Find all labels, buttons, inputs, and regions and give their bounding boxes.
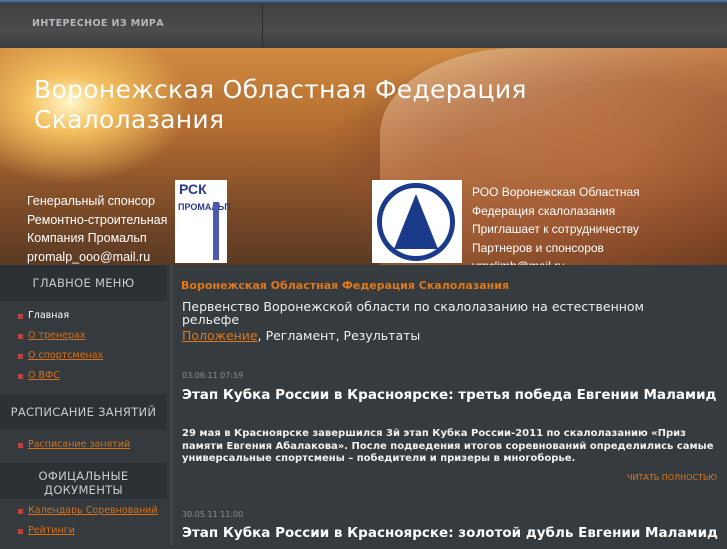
top-nav: ИНТЕРЕСНОЕ ИЗ МИРА СКАЛОЛАЗАНИЯ <box>0 4 727 69</box>
sidebar-item-ratings[interactable]: Рейтинги <box>18 521 167 541</box>
sidebar-item-home[interactable]: Главная <box>18 306 167 326</box>
sidebar-link[interactable]: О спортсменах <box>28 346 103 366</box>
promalp-logo-vertical: ПРОМАЛЬП <box>178 202 231 212</box>
bullet-icon <box>18 508 23 514</box>
federation-line: Партнеров и спонсоров <box>472 240 604 255</box>
article-date: 03.06.11 07:59 <box>182 371 244 380</box>
sidebar-link[interactable]: О тренерах <box>28 326 85 346</box>
sidebar-item-label: Главная <box>28 310 70 321</box>
sidebar-item-athletes[interactable]: О спортсменах <box>18 346 167 366</box>
bullet-icon <box>18 373 23 379</box>
main-content: Воронежская Областная Федерация Скалолаз… <box>170 265 727 545</box>
sidebar-link[interactable]: Календарь Соревнований <box>28 501 158 521</box>
sidebar-link[interactable]: О ВФС <box>28 366 60 386</box>
sponsor-line: Компания Промальп <box>27 231 147 245</box>
section-title: Воронежская Областная Федерация Скалолаз… <box>181 279 510 292</box>
sidebar-link[interactable]: Расписание занятий <box>28 435 130 455</box>
promalp-logo-text: РСК <box>179 181 207 197</box>
sidebar-heading-main-menu: ГЛАВНОЕ МЕНЮ <box>0 265 167 301</box>
site-title-line2: Скалолазания <box>34 105 225 134</box>
links-rest: , Регламент, Результаты <box>257 328 421 343</box>
sidebar-item-coaches[interactable]: О тренерах <box>18 326 167 346</box>
federation-info: РОО Воронежская Областная Федерация скал… <box>472 183 640 276</box>
promalp-logo-bar <box>213 202 219 260</box>
vfs-logo-mountain <box>394 194 438 249</box>
article-title[interactable]: Этап Кубка России в Красноярске: третья … <box>182 388 722 402</box>
promalp-logo: РСК ПРОМАЛЬП <box>175 180 231 263</box>
bullet-icon <box>18 313 23 319</box>
article-date: 30.05.11 11:00 <box>182 510 244 519</box>
nav-item-climbing-news[interactable]: ИНТЕРЕСНОЕ ИЗ МИРА СКАЛОЛАЗАНИЯ <box>0 4 263 69</box>
article-title[interactable]: Этап Кубка России в Красноярске: золотой… <box>182 526 722 540</box>
sidebar-heading-schedule: РАСПИСАНИЕ ЗАНЯТИЙ <box>0 394 167 430</box>
sponsor-line: Генеральный спонсор <box>27 194 155 208</box>
sidebar-item-about[interactable]: О ВФС <box>18 366 167 386</box>
sidebar-item-calendar[interactable]: Календарь Соревнований <box>18 501 167 521</box>
site-title-line1: Воронежская Областная Федерация <box>34 75 527 104</box>
bullet-icon <box>18 333 23 339</box>
sidebar-link[interactable]: Рейтинги <box>28 521 75 541</box>
vfs-logo <box>372 180 462 263</box>
sidebar-heading-documents: ОФИЦАЛЬНЫЕ ДОКУМЕНТЫ <box>0 463 167 499</box>
federation-line: Федерация скалолазания <box>472 203 616 218</box>
announcement-text: Первенство Воронежской области по скалол… <box>182 299 644 327</box>
bullet-icon <box>18 353 23 359</box>
bullet-icon <box>18 528 23 534</box>
read-more-link[interactable]: ЧИТАТЬ ПОЛНОСТЬЮ <box>627 473 717 482</box>
sidebar: ГЛАВНОЕ МЕНЮ Главная О тренерах О спортс… <box>0 265 167 545</box>
article-body: 29 мая в Красноярске завершился 3й этап … <box>182 428 714 464</box>
sponsor-info: Генеральный спонсор Ремонтно-строительна… <box>27 192 167 266</box>
sponsor-line: Ремонтно-строительная <box>27 212 168 227</box>
announcement-links: Положение, Регламент, Результаты <box>182 328 420 343</box>
site-title: Воронежская Областная Федерация Скалолаз… <box>34 75 527 135</box>
sponsor-line: promalp_ooo@mail.ru <box>27 249 151 264</box>
bullet-icon <box>18 442 23 448</box>
regulation-link[interactable]: Положение <box>182 328 258 343</box>
sidebar-item-schedule[interactable]: Расписание занятий <box>18 435 167 455</box>
federation-line: Приглашает к сотрудничеству <box>472 222 639 236</box>
federation-line: РОО Воронежская Областная <box>472 185 640 199</box>
